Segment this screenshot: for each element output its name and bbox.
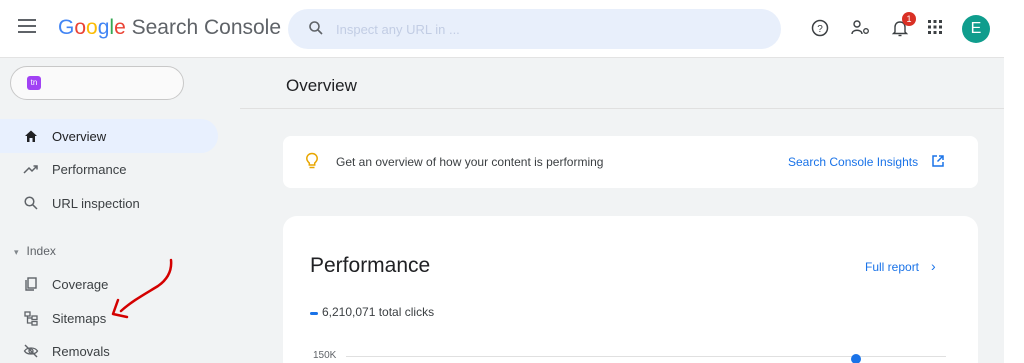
manage-users-icon[interactable] bbox=[850, 18, 872, 38]
open-in-new-icon[interactable] bbox=[931, 154, 945, 168]
notifications-button[interactable]: 1 bbox=[890, 12, 916, 38]
full-report-link[interactable]: Full report bbox=[865, 260, 919, 274]
lightbulb-icon bbox=[306, 152, 318, 169]
search-console-insights-link[interactable]: Search Console Insights bbox=[788, 155, 918, 169]
property-badge: tn bbox=[27, 76, 41, 90]
notification-count-badge: 1 bbox=[902, 12, 916, 26]
insights-banner: Get an overview of how your content is p… bbox=[283, 136, 978, 188]
svg-text:?: ? bbox=[817, 24, 823, 35]
search-icon bbox=[309, 21, 323, 35]
search-icon bbox=[24, 196, 38, 210]
chart-data-point[interactable] bbox=[851, 354, 861, 363]
top-app-bar: Google Search Console ? 1 bbox=[0, 0, 1024, 58]
legend-label: 6,210,071 total clicks bbox=[322, 305, 435, 319]
sidebar-item-performance[interactable]: Performance bbox=[0, 152, 218, 186]
account-avatar[interactable]: E bbox=[962, 15, 990, 43]
help-icon[interactable]: ? bbox=[810, 18, 830, 38]
sidebar-item-overview[interactable]: Overview bbox=[0, 119, 218, 153]
sidebar-section-index[interactable]: ▾ Index bbox=[14, 244, 56, 258]
sidebar-item-label: Removals bbox=[52, 344, 110, 359]
sidebar-item-sitemaps[interactable]: Sitemaps bbox=[0, 301, 218, 335]
sidebar-item-coverage[interactable]: Coverage bbox=[0, 267, 218, 301]
performance-title: Performance bbox=[310, 254, 431, 277]
sidebar: tn Overview Performance URL inspection ▾… bbox=[0, 58, 240, 363]
sidebar-item-label: Coverage bbox=[52, 277, 109, 292]
coverage-icon bbox=[25, 277, 37, 291]
sidebar-item-label: Sitemaps bbox=[52, 311, 107, 326]
sitemap-icon bbox=[24, 311, 38, 326]
section-label: Index bbox=[26, 244, 56, 258]
page-edge bbox=[1004, 0, 1024, 363]
sidebar-item-label: Overview bbox=[52, 129, 107, 144]
sidebar-item-label: URL inspection bbox=[52, 196, 140, 211]
product-name: Search Console bbox=[131, 16, 282, 39]
home-icon bbox=[25, 130, 37, 142]
y-axis-tick-label: 150K bbox=[313, 350, 337, 361]
header-divider bbox=[240, 108, 1004, 109]
sidebar-item-url-inspection[interactable]: URL inspection bbox=[0, 186, 218, 220]
section-toggle-arrow: ▾ bbox=[14, 247, 19, 257]
sidebar-item-removals[interactable]: Removals bbox=[0, 334, 218, 363]
chevron-right-icon[interactable]: › bbox=[931, 258, 936, 274]
removals-icon bbox=[23, 344, 39, 358]
sidebar-item-label: Performance bbox=[52, 162, 127, 177]
url-inspection-search[interactable] bbox=[288, 9, 781, 49]
search-input[interactable] bbox=[336, 17, 756, 41]
insights-text: Get an overview of how your content is p… bbox=[336, 155, 604, 169]
product-logo[interactable]: Google Search Console bbox=[58, 16, 281, 40]
legend-swatch bbox=[310, 312, 318, 315]
property-selector[interactable]: tn bbox=[10, 66, 184, 100]
apps-grid-icon[interactable] bbox=[926, 18, 944, 36]
menu-icon[interactable] bbox=[18, 19, 38, 37]
page-title: Overview bbox=[286, 76, 357, 95]
performance-card: Performance Full report › 6,210,071 tota… bbox=[283, 216, 978, 363]
trending-up-icon bbox=[23, 165, 38, 174]
